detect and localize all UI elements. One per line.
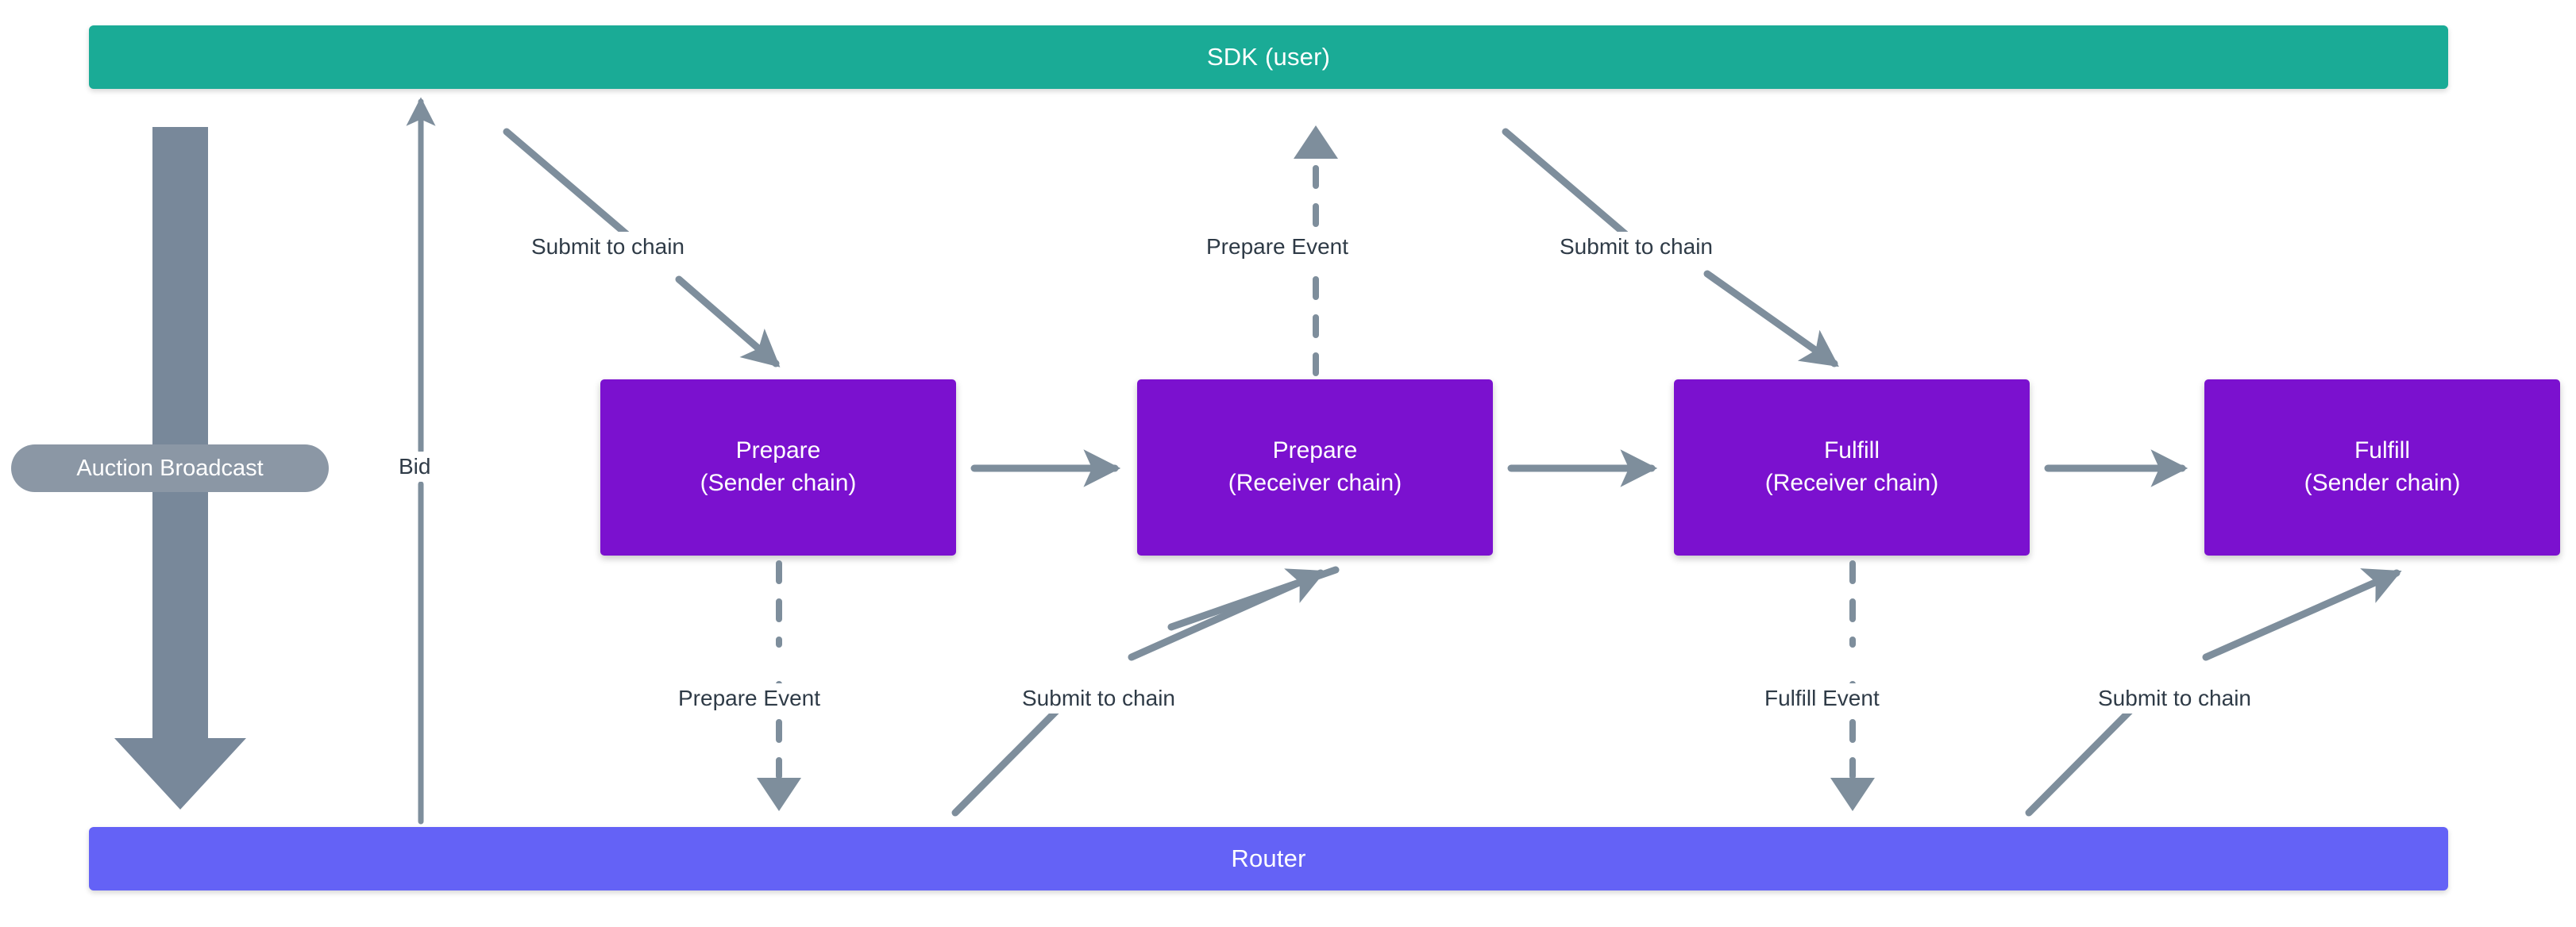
- edge-label-fulfill-event-down: Fulfill Event: [1757, 683, 1887, 714]
- process-box-subtitle: (Sender chain): [2304, 470, 2461, 496]
- edge-label-prepare-event-up: Prepare Event: [1199, 232, 1355, 262]
- process-box-fulfill-sender[interactable]: Fulfill (Sender chain): [2204, 379, 2560, 556]
- process-box-title: Prepare: [735, 437, 821, 464]
- process-box-subtitle: (Receiver chain): [1764, 470, 1939, 496]
- diagram-canvas: SDK (user) Router Prepare (Sender chain)…: [0, 0, 2576, 927]
- process-box-subtitle: (Receiver chain): [1228, 470, 1402, 496]
- process-box-title: Fulfill: [1823, 437, 1880, 464]
- auction-broadcast-label: Auction Broadcast: [76, 455, 264, 481]
- edge-label-bid: Bid: [391, 452, 438, 482]
- edge-label-prepare-event-down: Prepare Event: [671, 683, 827, 714]
- process-box-fulfill-receiver[interactable]: Fulfill (Receiver chain): [1674, 379, 2030, 556]
- process-box-title: Prepare: [1272, 437, 1358, 464]
- process-box-prepare-sender[interactable]: Prepare (Sender chain): [600, 379, 956, 556]
- edge-label-submit-to-chain-3: Submit to chain: [1015, 683, 1182, 714]
- process-box-prepare-receiver[interactable]: Prepare (Receiver chain): [1137, 379, 1493, 556]
- lane-sdk-label: SDK (user): [1206, 43, 1331, 71]
- edge-label-submit-to-chain-1: Submit to chain: [524, 232, 692, 262]
- submit-to-chain-arrow-4-head: [2202, 568, 2402, 661]
- lane-router[interactable]: Router: [89, 827, 2448, 890]
- lane-router-label: Router: [1231, 844, 1306, 872]
- edge-label-submit-to-chain-2: Submit to chain: [1552, 232, 1720, 262]
- edge-label-submit-to-chain-4: Submit to chain: [2091, 683, 2258, 714]
- submit-to-chain-arrow-3-head: [1128, 568, 1326, 661]
- lane-sdk-user[interactable]: SDK (user): [89, 25, 2448, 89]
- process-box-title: Fulfill: [2354, 437, 2410, 464]
- auction-broadcast-badge: Auction Broadcast: [11, 444, 329, 492]
- process-box-subtitle: (Sender chain): [700, 470, 857, 496]
